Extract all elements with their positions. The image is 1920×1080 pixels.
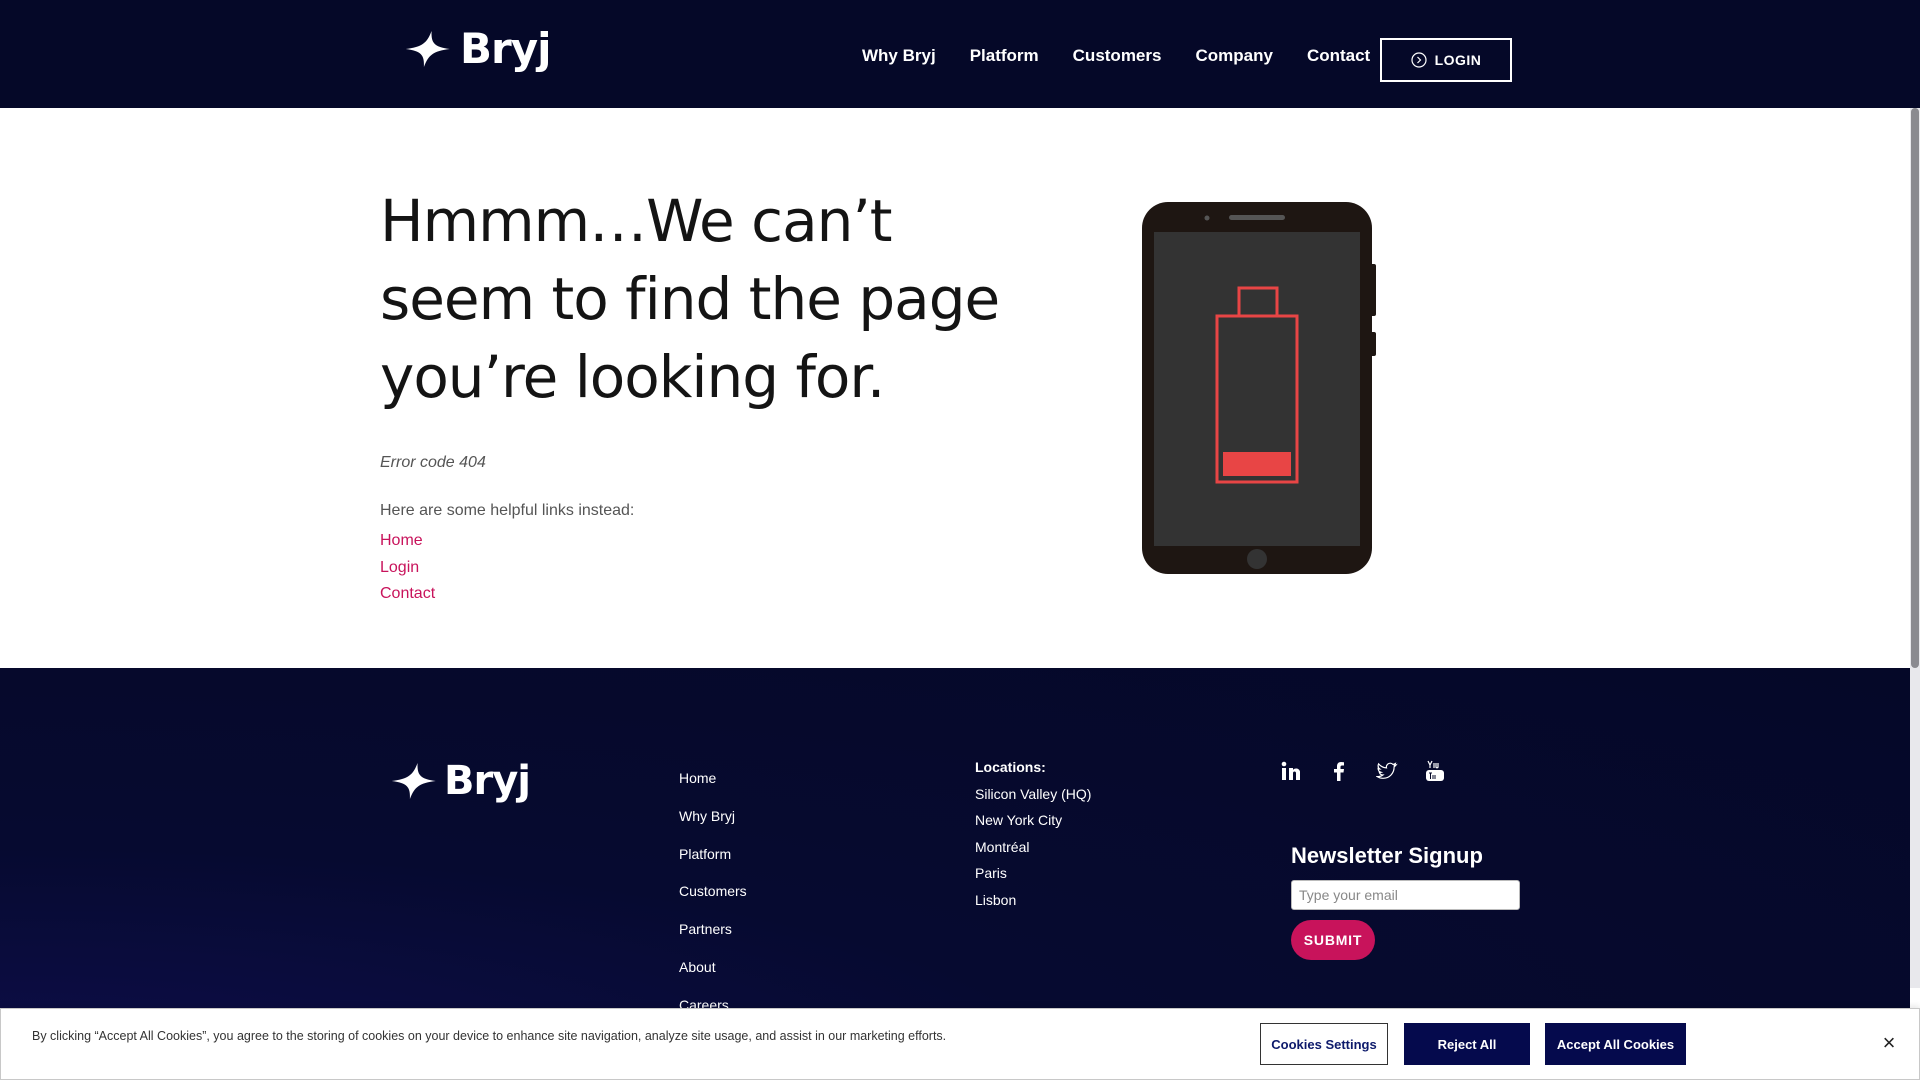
bryj-star-icon xyxy=(405,30,450,67)
phone-speaker xyxy=(1229,215,1285,220)
main-nav: Why Bryj Platform Customers Company Cont… xyxy=(862,46,1404,66)
scrollbar-thumb[interactable] xyxy=(1911,108,1919,668)
cookies-settings-button[interactable]: Cookies Settings xyxy=(1260,1023,1388,1065)
nav-platform[interactable]: Platform xyxy=(970,46,1039,66)
site-header: Bryj Why Bryj Platform Customers Company… xyxy=(0,0,1920,108)
accept-all-cookies-button[interactable]: Accept All Cookies xyxy=(1545,1023,1686,1065)
footer-link-platform[interactable]: Platform xyxy=(679,836,747,874)
site-footer: Bryj Home Why Bryj Platform Customers Pa… xyxy=(0,668,1910,1013)
page-scrollbar[interactable] xyxy=(1910,108,1920,988)
phone-home-button xyxy=(1247,549,1267,569)
battery-level xyxy=(1223,452,1291,476)
footer-link-why-bryj[interactable]: Why Bryj xyxy=(679,798,747,836)
newsletter-email-input[interactable] xyxy=(1291,880,1520,910)
phone-low-battery-illustration xyxy=(1142,202,1376,574)
footer-link-home[interactable]: Home xyxy=(679,760,747,798)
login-button[interactable]: LOGIN xyxy=(1380,38,1512,82)
nav-why-bryj[interactable]: Why Bryj xyxy=(862,46,936,66)
location-item: Montréal xyxy=(975,838,1030,855)
cookie-banner: By clicking “Accept All Cookies”, you ag… xyxy=(0,1008,1920,1080)
twitter-icon[interactable] xyxy=(1374,758,1400,784)
helpful-links: Home Login Contact xyxy=(380,528,435,608)
footer-logo[interactable]: Bryj xyxy=(390,758,531,804)
footer-link-about[interactable]: About xyxy=(679,949,747,987)
page-title: Hmmm…We can’t seem to find the page you’… xyxy=(380,187,1000,411)
brand-wordmark: Bryj xyxy=(460,24,551,73)
link-contact[interactable]: Contact xyxy=(380,581,435,608)
nav-customers[interactable]: Customers xyxy=(1073,46,1162,66)
header-logo[interactable]: Bryj xyxy=(404,24,551,73)
nav-company[interactable]: Company xyxy=(1195,46,1272,66)
helpful-links-text: Here are some helpful links instead: xyxy=(380,502,635,519)
locations-heading: Locations: xyxy=(975,759,1046,775)
nav-contact[interactable]: Contact xyxy=(1307,46,1370,66)
arrow-circle-icon xyxy=(1410,52,1427,68)
social-links xyxy=(1278,758,1448,784)
footer-nav: Home Why Bryj Platform Customers Partner… xyxy=(679,760,747,1025)
login-label: LOGIN xyxy=(1434,52,1482,68)
link-login[interactable]: Login xyxy=(380,555,435,582)
location-item: Silicon Valley (HQ) xyxy=(975,785,1092,802)
footer-brand-wordmark: Bryj xyxy=(444,758,531,804)
reject-all-button[interactable]: Reject All xyxy=(1404,1023,1530,1065)
link-home[interactable]: Home xyxy=(380,528,435,555)
phone-screen xyxy=(1154,232,1360,546)
location-item: Lisbon xyxy=(975,891,1017,908)
newsletter-submit-button[interactable]: SUBMIT xyxy=(1291,920,1375,960)
linkedin-icon[interactable] xyxy=(1278,758,1304,784)
close-icon[interactable]: × xyxy=(1879,1032,1899,1054)
cookie-consent-text: By clicking “Accept All Cookies”, you ag… xyxy=(32,1029,947,1043)
facebook-icon[interactable] xyxy=(1326,758,1352,784)
footer-link-partners[interactable]: Partners xyxy=(679,911,747,949)
locations-list: Locations: Silicon Valley (HQ) New York … xyxy=(975,754,1091,913)
bryj-star-icon xyxy=(391,763,436,799)
location-item: New York City xyxy=(975,812,1063,828)
phone-camera xyxy=(1204,215,1210,221)
newsletter-title: Newsletter Signup xyxy=(1291,843,1483,868)
error-code: Error code 404 xyxy=(380,454,486,471)
location-item: Paris xyxy=(975,865,1007,881)
youtube-icon[interactable] xyxy=(1422,758,1448,784)
footer-link-customers[interactable]: Customers xyxy=(679,873,747,911)
